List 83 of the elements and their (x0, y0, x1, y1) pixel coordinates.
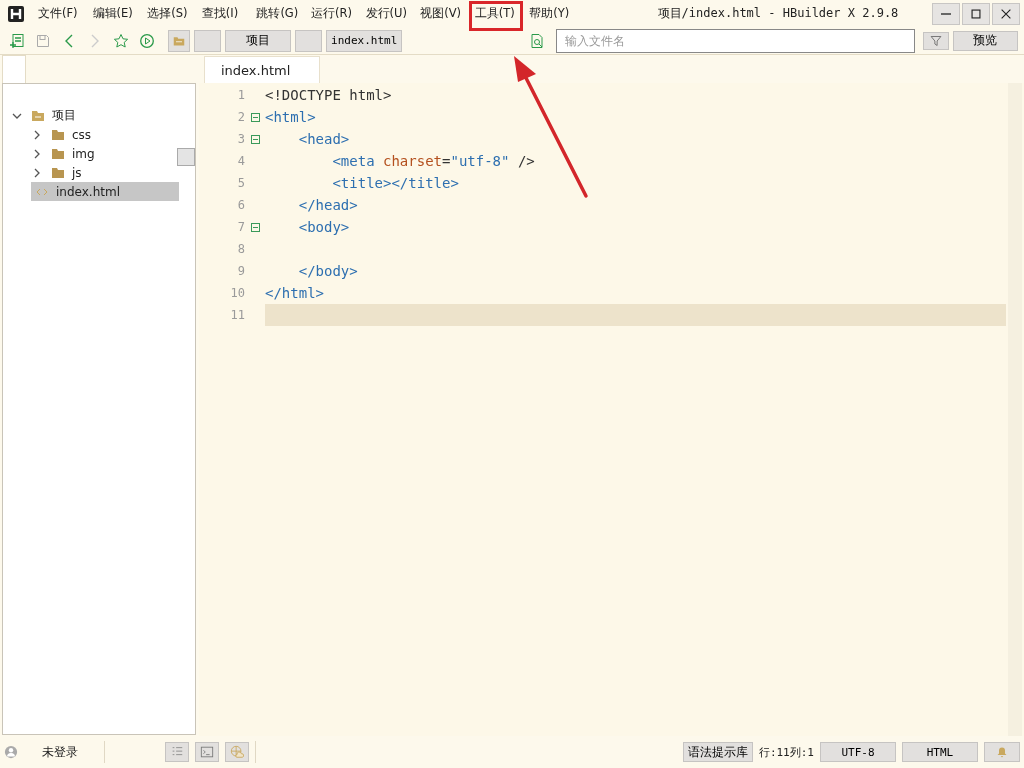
breadcrumb-button[interactable]: 项目 (225, 29, 291, 52)
tree-item-label: css (71, 126, 93, 143)
menu-item[interactable]: 视图(V) (420, 6, 475, 21)
language-button[interactable]: HTML (902, 742, 978, 762)
terminal-icon (200, 745, 214, 759)
app-logo-icon (8, 5, 24, 22)
code-line: </html> (265, 284, 325, 303)
filter-button[interactable] (923, 31, 949, 50)
bell-icon (996, 746, 1008, 758)
tree-item-label: 项目 (51, 107, 77, 124)
notification-button[interactable] (984, 742, 1020, 762)
code-line: <html> (265, 108, 317, 127)
folder-icon (31, 109, 45, 122)
preview-button[interactable]: 预览 (952, 30, 1018, 51)
new-file-icon[interactable] (9, 32, 25, 49)
list-button[interactable] (165, 742, 189, 762)
globe-cloud-icon (230, 745, 244, 759)
encoding-button[interactable]: UTF-8 (820, 742, 896, 762)
window-title: 项目/index.html - HBuilder X 2.9.8 (656, 5, 900, 22)
menu-item[interactable]: 发行(U) (365, 6, 421, 21)
user-avatar-icon[interactable] (4, 745, 18, 759)
folder-icon (51, 147, 65, 160)
fold-toggle-icon[interactable] (250, 112, 260, 122)
run-icon[interactable] (139, 32, 155, 49)
tree-item-label: img (71, 145, 96, 162)
line-number: 3 (236, 132, 245, 146)
tree-item[interactable]: img (31, 144, 98, 163)
star-icon[interactable] (113, 32, 129, 49)
code-line: <head> (297, 130, 351, 149)
small-square[interactable] (177, 148, 195, 166)
fold-toggle-icon[interactable] (250, 134, 260, 144)
line-number: 6 (236, 198, 245, 212)
line-number: 4 (236, 154, 245, 168)
close-button[interactable] (992, 2, 1020, 25)
minimize-icon (941, 12, 951, 15)
code-line: </head> (297, 196, 359, 215)
code-line: </body> (297, 262, 359, 281)
folder-icon (172, 34, 185, 47)
menu-item[interactable]: 帮助(Y) (529, 6, 584, 21)
menu-item[interactable]: 文件(F) (38, 6, 93, 21)
breadcrumb-button[interactable]: index.html (326, 29, 403, 52)
code-line: <meta charset="utf-8" /> (331, 152, 536, 171)
file-search-field[interactable]: 输入文件名 (556, 28, 915, 53)
fold-toggle-icon[interactable] (250, 222, 260, 232)
menu-item[interactable]: 运行(R) (310, 6, 366, 21)
line-number: 7 (236, 220, 245, 234)
editor-tab[interactable]: index.html (204, 56, 320, 83)
tree-item[interactable]: 项目 (11, 106, 79, 125)
code-line: <body> (297, 218, 351, 237)
highlight-box (469, 1, 523, 31)
line-number: 5 (236, 176, 245, 190)
maximize-icon (969, 6, 983, 21)
folder-button[interactable] (168, 29, 190, 52)
line-number: 11 (229, 308, 245, 322)
folder-icon (51, 128, 65, 141)
cursor-position: 行:11列:1 (758, 744, 814, 760)
file-search-icon[interactable] (529, 32, 546, 49)
line-number: 10 (229, 286, 245, 300)
code-line: <!DOCTYPE html> (265, 86, 393, 105)
line-number: 1 (236, 88, 245, 102)
maximize-button[interactable] (962, 2, 990, 25)
menu-item[interactable]: 查找(I) (201, 6, 257, 21)
filter-icon (929, 34, 942, 47)
tree-item-label: index.html (55, 183, 121, 200)
save-icon[interactable] (35, 32, 51, 49)
terminal-button[interactable] (195, 742, 219, 762)
menu-item[interactable]: 跳转(G) (256, 6, 311, 21)
menu-item[interactable]: 编辑(E) (92, 6, 148, 21)
tree-item[interactable]: css (31, 125, 95, 144)
minimize-button[interactable] (932, 2, 960, 25)
login-status[interactable]: 未登录 (42, 743, 78, 761)
code-line: <title></title> (331, 174, 460, 193)
code-file-icon (35, 186, 49, 197)
folder-icon (51, 166, 65, 179)
line-number: 8 (236, 242, 245, 256)
tree-item-label: js (70, 164, 83, 181)
tree-item[interactable]: js (31, 163, 85, 182)
menu-item[interactable]: 选择(S) (147, 6, 202, 21)
syntax-library-button[interactable]: 语法提示库 (682, 742, 753, 762)
line-number: 9 (236, 264, 245, 278)
line-number: 2 (236, 110, 245, 124)
tree-item[interactable]: index.html (31, 182, 179, 201)
menu-item[interactable]: 工具(T) (474, 6, 530, 21)
